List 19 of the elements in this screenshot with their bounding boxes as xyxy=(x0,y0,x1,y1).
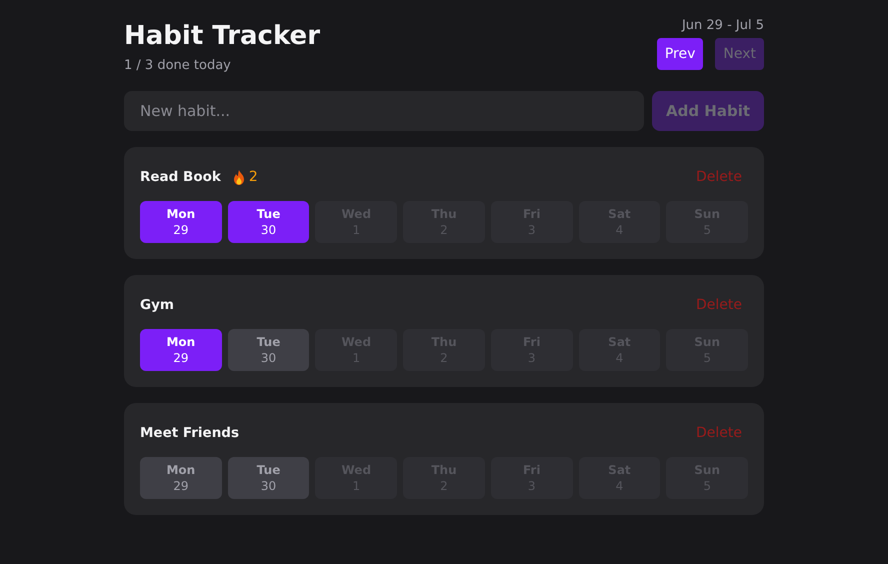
habit-name: Gym xyxy=(140,297,174,313)
delete-button[interactable]: Delete xyxy=(690,169,748,185)
day-toggle[interactable]: Mon 29 xyxy=(140,201,222,243)
day-toggle[interactable]: Tue 30 xyxy=(228,329,310,371)
day-toggle[interactable]: Tue 30 xyxy=(228,201,310,243)
new-habit-field[interactable]: New habit... xyxy=(124,91,644,131)
prev-week-button[interactable]: Prev xyxy=(656,38,704,70)
delete-button[interactable]: Delete xyxy=(690,425,748,441)
habit-name: Read Book xyxy=(140,169,221,185)
day-toggle[interactable]: Mon 29 xyxy=(140,329,222,371)
flame-icon xyxy=(232,170,245,184)
delete-button[interactable]: Delete xyxy=(690,297,748,313)
week-range: Jun 29 - Jul 5 xyxy=(682,18,764,33)
streak-count: 2 xyxy=(248,169,258,185)
day-toggle[interactable]: Tue 30 xyxy=(228,457,310,499)
day-toggle[interactable]: Mon 29 xyxy=(140,457,222,499)
progress-summary: 1 / 3 done today xyxy=(124,58,232,73)
habit-name: Meet Friends xyxy=(140,425,240,441)
app-title: Habit Tracker xyxy=(124,20,320,53)
